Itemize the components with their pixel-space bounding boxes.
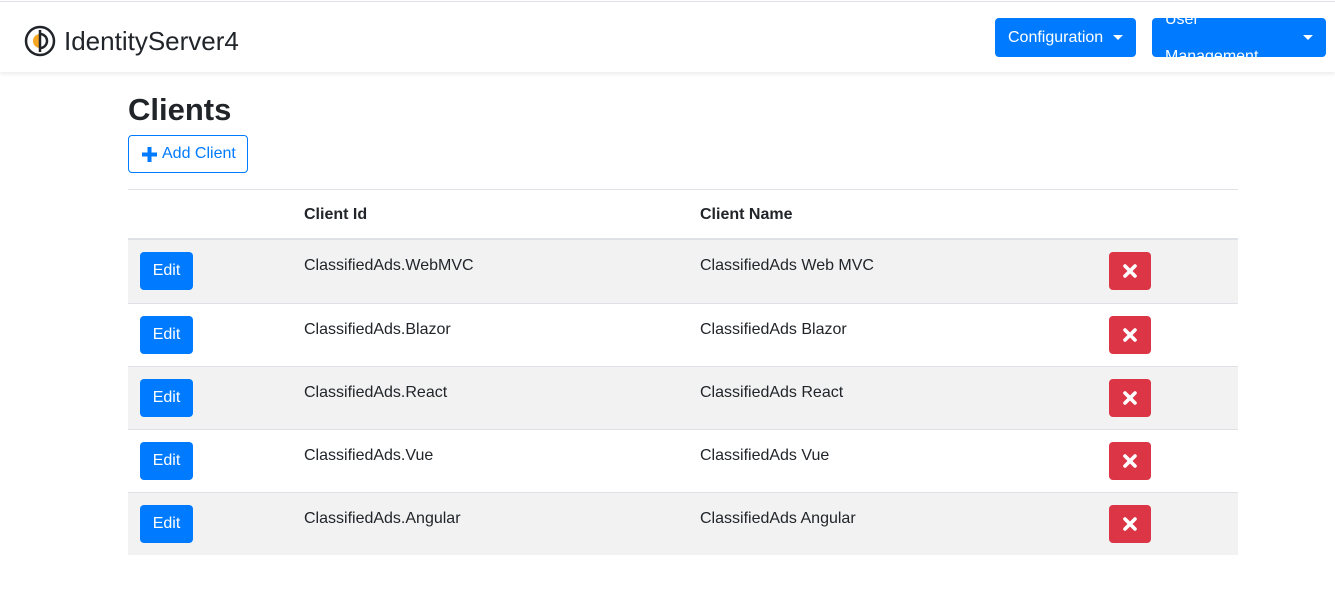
table-row: Edit ClassifiedAds.React ClassifiedAds R… (128, 366, 1238, 429)
edit-label: Edit (152, 515, 181, 532)
table-header: Client Id Client Name (128, 190, 1238, 240)
table-row: Edit ClassifiedAds.Vue ClassifiedAds Vue (128, 429, 1238, 492)
user-management-label: User Management (1165, 10, 1259, 65)
brand-name: IdentityServer4 (64, 26, 239, 56)
add-client-label: Add Client (162, 145, 236, 162)
plus-icon (142, 146, 157, 162)
edit-button[interactable]: Edit (140, 316, 193, 354)
close-icon (1123, 517, 1137, 531)
caret-down-icon (1303, 35, 1313, 40)
configuration-label: Configuration (1008, 29, 1104, 46)
client-id-cell: ClassifiedAds.WebMVC (304, 257, 474, 274)
close-icon (1123, 454, 1137, 468)
clients-table: Client Id Client Name Edit ClassifiedAds… (128, 189, 1238, 555)
add-client-button[interactable]: Add Client (128, 135, 248, 173)
delete-button[interactable] (1109, 316, 1151, 354)
table-body: Edit ClassifiedAds.WebMVC ClassifiedAds … (128, 240, 1238, 555)
close-icon (1123, 264, 1137, 278)
page-title: Clients (128, 92, 232, 127)
identityserver-logo-icon (24, 25, 56, 57)
table-row: Edit ClassifiedAds.Angular ClassifiedAds… (128, 492, 1238, 555)
table-row: Edit ClassifiedAds.WebMVC ClassifiedAds … (128, 240, 1238, 303)
client-name-cell: ClassifiedAds React (700, 384, 844, 401)
table-row: Edit ClassifiedAds.Blazor ClassifiedAds … (128, 303, 1238, 366)
edit-button[interactable]: Edit (140, 505, 193, 543)
edit-label: Edit (152, 326, 181, 343)
close-icon (1123, 328, 1137, 342)
edit-label: Edit (152, 389, 181, 406)
delete-button[interactable] (1109, 505, 1151, 543)
client-name-cell: ClassifiedAds Angular (700, 510, 856, 527)
edit-label: Edit (152, 262, 181, 279)
close-icon (1123, 391, 1137, 405)
client-name-cell: ClassifiedAds Vue (700, 447, 830, 464)
brand[interactable]: IdentityServer4 (24, 24, 239, 58)
column-header-client-name: Client Name (700, 206, 793, 223)
client-name-cell: ClassifiedAds Web MVC (700, 257, 874, 274)
edit-button[interactable]: Edit (140, 252, 193, 290)
delete-button[interactable] (1109, 442, 1151, 480)
client-id-cell: ClassifiedAds.Angular (304, 510, 461, 527)
edit-button[interactable]: Edit (140, 379, 193, 417)
delete-button[interactable] (1109, 252, 1151, 290)
configuration-dropdown-button[interactable]: Configuration (995, 18, 1136, 57)
top-navbar: IdentityServer4 Configuration User Manag… (0, 1, 1335, 72)
client-id-cell: ClassifiedAds.Vue (304, 447, 434, 464)
edit-button[interactable]: Edit (140, 442, 193, 480)
caret-down-icon (1113, 35, 1124, 40)
column-header-client-id: Client Id (304, 206, 368, 223)
client-id-cell: ClassifiedAds.React (304, 384, 448, 401)
edit-label: Edit (152, 452, 181, 469)
client-id-cell: ClassifiedAds.Blazor (304, 321, 451, 338)
client-name-cell: ClassifiedAds Blazor (700, 321, 847, 338)
user-management-dropdown-button[interactable]: User Management (1152, 11, 1326, 65)
delete-button[interactable] (1109, 379, 1151, 417)
